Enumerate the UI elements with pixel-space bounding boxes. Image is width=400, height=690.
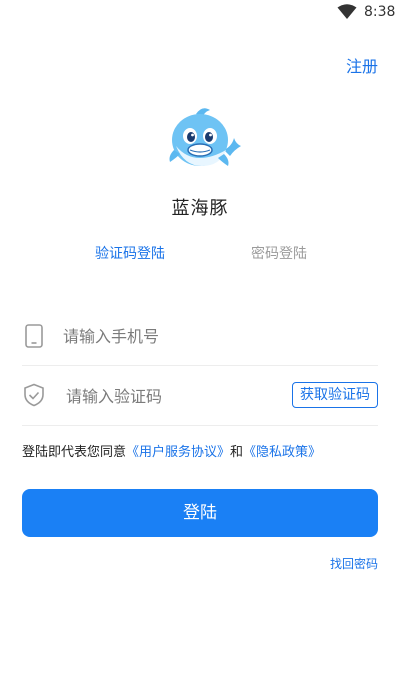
agreement-prefix: 登陆即代表您同意 [22,445,127,460]
code-field: 获取验证码 [22,366,378,426]
code-input[interactable] [66,384,276,408]
agreement-text: 登陆即代表您同意《用户服务协议》和《隐私政策》 [22,441,321,460]
divider [22,425,378,426]
status-bar: 8:38 [0,0,400,24]
user-agreement-link[interactable]: 《用户服务协议》 [126,445,230,460]
phone-input[interactable] [63,324,363,348]
shield-icon [24,383,44,407]
register-link[interactable]: 注册 [346,53,378,77]
login-button[interactable]: 登陆 [22,489,378,537]
privacy-policy-link[interactable]: 《隐私政策》 [243,445,321,460]
wifi-icon [337,4,357,19]
tab-password-login[interactable]: 密码登陆 [251,243,307,263]
clock: 8:38 [364,4,396,20]
phone-icon [25,324,43,348]
login-tabs: 验证码登陆 密码登陆 [0,243,400,267]
agreement-conjunction: 和 [230,445,244,460]
tab-code-login[interactable]: 验证码登陆 [95,243,165,263]
dolphin-logo-icon [169,108,241,166]
phone-field [22,306,378,366]
app-name: 蓝海豚 [171,198,229,219]
forgot-password-link[interactable]: 找回密码 [330,555,378,572]
get-code-button[interactable]: 获取验证码 [292,382,378,408]
